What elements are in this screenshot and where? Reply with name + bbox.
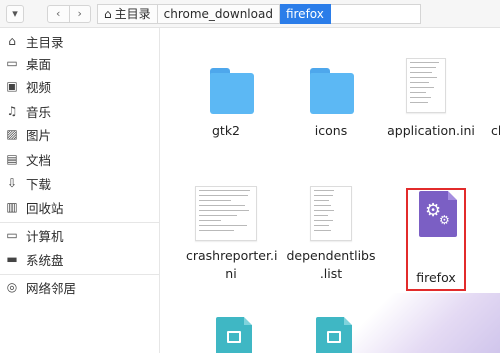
executable-file-icon: ⚙ ⚙ <box>419 191 457 237</box>
package-icon <box>216 317 252 353</box>
sidebar-item-downloads[interactable]: ⇩ 下载 <box>0 172 160 194</box>
sidebar-item-computer[interactable]: ▭ 计算机 <box>0 224 160 246</box>
file-name: icons <box>314 123 348 138</box>
sidebar-item-network[interactable]: ◎ 网络邻居 <box>0 276 160 298</box>
text-file-icon <box>310 186 352 241</box>
sidebar-item-system-disk[interactable]: ▬ 系统盘 <box>0 248 160 270</box>
file-name-line-2: ni <box>225 266 237 281</box>
home-icon: ⌂ <box>8 34 16 48</box>
toolbar: ▾ ‹ › ⌂ 主目录 chrome_download firefox <box>0 0 500 28</box>
file-name: ch <box>491 123 500 138</box>
file-item-package[interactable] <box>211 315 271 353</box>
breadcrumb-label: chrome_download <box>163 7 273 21</box>
file-name: firefox <box>416 270 456 285</box>
sidebar-divider <box>0 222 160 223</box>
sidebar-item-images[interactable]: ▨ 图片 <box>0 123 160 145</box>
video-icon: ▣ <box>6 79 18 93</box>
forward-button[interactable]: › <box>68 6 91 22</box>
file-item-dependentlibs-list[interactable]: dependentlibs .list <box>286 183 376 283</box>
sidebar-item-label: 视频 <box>26 79 52 95</box>
file-name-line-2: .list <box>319 266 343 281</box>
sidebar-item-documents[interactable]: ▤ 文档 <box>0 148 160 170</box>
file-name-line-1: dependentlibs <box>286 248 376 263</box>
text-file-icon <box>406 58 446 113</box>
sidebar-item-label: 系统盘 <box>26 252 64 268</box>
sidebar-item-music[interactable]: ♫ 音乐 <box>0 100 160 122</box>
file-name-line-1: crashreporter.i <box>186 248 278 263</box>
package-icon <box>316 317 352 353</box>
sidebar-item-label: 音乐 <box>26 104 52 120</box>
network-icon: ◎ <box>6 280 18 294</box>
watermark-overlay <box>350 293 500 353</box>
file-item-icons[interactable]: icons <box>291 58 371 148</box>
download-icon: ⇩ <box>6 176 18 190</box>
sidebar-item-trash[interactable]: ▥ 回收站 <box>0 196 160 218</box>
gear-icon: ⚙ <box>439 213 450 227</box>
trash-icon: ▥ <box>6 200 18 214</box>
menu-button[interactable]: ▾ <box>6 5 24 23</box>
file-name: gtk2 <box>211 123 241 138</box>
folder-icon <box>210 68 254 114</box>
back-button[interactable]: ‹ <box>48 6 69 22</box>
sidebar-item-label: 网络邻居 <box>26 280 77 296</box>
breadcrumb-chrome-download[interactable]: chrome_download <box>157 4 280 24</box>
file-name: application.ini <box>387 123 475 138</box>
navigation-buttons: ‹ › <box>47 5 91 23</box>
computer-icon: ▭ <box>6 228 18 242</box>
path-input-area[interactable] <box>330 4 421 24</box>
text-file-icon <box>195 186 257 241</box>
sidebar-item-home[interactable]: ⌂ 主目录 <box>0 30 160 52</box>
sidebar-item-desktop[interactable]: ▭ 桌面 <box>0 52 160 74</box>
sidebar: ⌂ 主目录 ▭ 桌面 ▣ 视频 ♫ 音乐 ▨ 图片 ▤ 文档 ⇩ 下载 ▥ 回收… <box>0 28 160 353</box>
breadcrumb-firefox[interactable]: firefox <box>279 4 331 24</box>
sidebar-item-label: 文档 <box>26 152 52 168</box>
breadcrumb: ⌂ 主目录 chrome_download firefox <box>97 4 421 24</box>
sidebar-item-video[interactable]: ▣ 视频 <box>0 75 160 97</box>
music-icon: ♫ <box>6 104 18 118</box>
sidebar-item-label: 回收站 <box>26 200 64 216</box>
document-icon: ▤ <box>6 152 18 166</box>
file-item-application-ini[interactable]: application.ini <box>386 58 476 148</box>
disk-icon: ▬ <box>6 252 18 266</box>
folder-icon <box>310 68 354 114</box>
file-item-ch[interactable]: ch <box>491 58 500 148</box>
breadcrumb-label: firefox <box>285 7 324 21</box>
sidebar-item-label: 下载 <box>26 176 52 192</box>
file-item-crashreporter-ini[interactable]: crashreporter.i ni <box>186 183 278 283</box>
sidebar-divider <box>0 274 160 275</box>
image-icon: ▨ <box>6 127 18 141</box>
breadcrumb-home[interactable]: ⌂ 主目录 <box>97 4 158 24</box>
sidebar-item-label: 计算机 <box>26 228 64 244</box>
sidebar-item-label: 桌面 <box>26 56 52 72</box>
home-icon: ⌂ <box>104 7 112 21</box>
sidebar-item-label: 图片 <box>26 127 52 143</box>
sidebar-item-label: 主目录 <box>26 34 64 50</box>
file-item-firefox[interactable]: ⚙ ⚙ firefox <box>406 188 466 291</box>
file-item-gtk2[interactable]: gtk2 <box>186 58 266 148</box>
breadcrumb-label: 主目录 <box>114 7 151 21</box>
desktop-icon: ▭ <box>6 56 18 70</box>
